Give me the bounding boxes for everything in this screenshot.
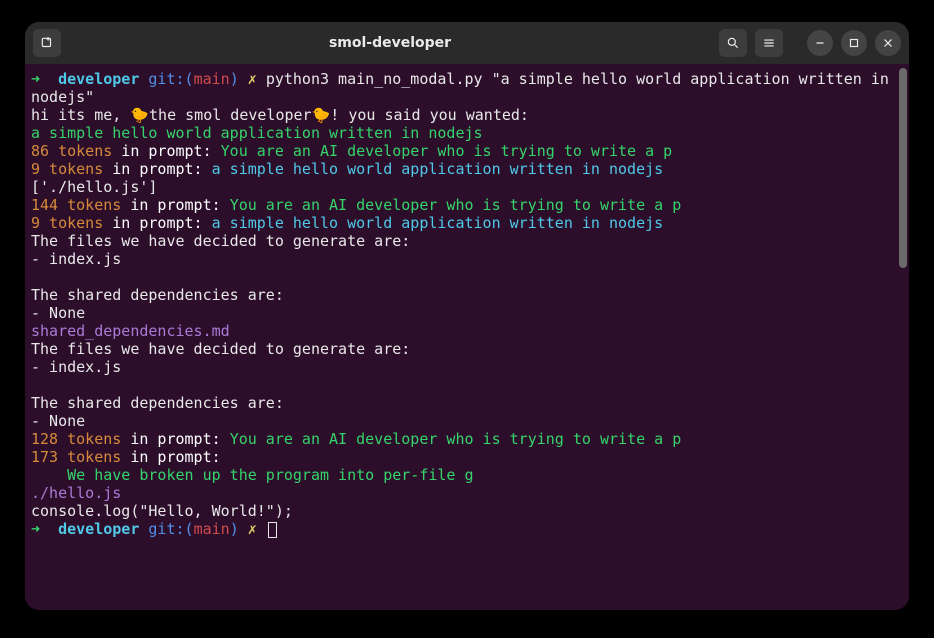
git-branch: main — [194, 70, 230, 88]
output-line: ./hello.js — [31, 484, 121, 502]
minimize-icon — [813, 36, 827, 50]
output-line: - index.js — [31, 358, 121, 376]
output-line: a simple hello world application written… — [31, 124, 483, 142]
token-count: 128 tokens — [31, 430, 121, 448]
output-text: You are an AI developer who is trying to… — [230, 430, 682, 448]
search-icon — [726, 36, 740, 50]
token-count: 173 tokens — [31, 448, 121, 466]
output-line: console.log("Hello, World!"); — [31, 502, 293, 520]
output-text: in prompt: — [121, 448, 229, 466]
git-branch: main — [194, 520, 230, 538]
output-line: shared_dependencies.md — [31, 322, 230, 340]
chick-icon: 🐤 — [130, 106, 149, 124]
output-line: hi its me, 🐤the smol developer🐤! you sai… — [31, 106, 529, 124]
token-count: 9 tokens — [31, 160, 103, 178]
output-text: in prompt: — [103, 214, 211, 232]
output-line: The shared dependencies are: — [31, 286, 284, 304]
output-line: - None — [31, 304, 85, 322]
output-text: a simple hello world application written… — [212, 214, 664, 232]
cursor — [268, 522, 277, 538]
prompt-arrow: ➜ — [31, 520, 40, 538]
output-text: in prompt: — [103, 160, 211, 178]
git-close: ) — [230, 520, 239, 538]
output-text: in prompt: — [112, 142, 220, 160]
output-text: in prompt: — [121, 196, 229, 214]
titlebar: smol-developer — [25, 22, 909, 64]
output-text: in prompt: — [121, 430, 229, 448]
close-icon — [881, 36, 895, 50]
output-line: - index.js — [31, 250, 121, 268]
output-text — [31, 466, 67, 484]
output-line: - None — [31, 412, 85, 430]
output-text: a simple hello world application written… — [212, 160, 664, 178]
output-line: ['./hello.js'] — [31, 178, 157, 196]
menu-button[interactable] — [755, 29, 783, 57]
new-tab-icon — [40, 36, 54, 50]
search-button[interactable] — [719, 29, 747, 57]
git-label: git:( — [148, 70, 193, 88]
token-count: 9 tokens — [31, 214, 103, 232]
hamburger-icon — [762, 36, 776, 50]
close-button[interactable] — [875, 30, 901, 56]
prompt-dir: developer — [58, 70, 139, 88]
window-title: smol-developer — [69, 35, 711, 51]
scrollbar-thumb[interactable] — [899, 68, 907, 268]
output-line: The files we have decided to generate ar… — [31, 232, 410, 250]
output-line: The files we have decided to generate ar… — [31, 340, 410, 358]
git-label: git:( — [148, 520, 193, 538]
new-tab-button[interactable] — [33, 29, 61, 57]
git-close: ) — [230, 70, 239, 88]
dirty-indicator: ✗ — [248, 520, 257, 538]
output-text: We have broken up the program into per-f… — [67, 466, 473, 484]
maximize-icon — [847, 36, 861, 50]
output-line: The shared dependencies are: — [31, 394, 284, 412]
minimize-button[interactable] — [807, 30, 833, 56]
maximize-button[interactable] — [841, 30, 867, 56]
terminal-window: smol-developer ➜ developer git:(main) ✗ … — [25, 22, 909, 610]
output-text: You are an AI developer who is trying to… — [221, 142, 673, 160]
prompt-arrow: ➜ — [31, 70, 40, 88]
token-count: 86 tokens — [31, 142, 112, 160]
dirty-indicator: ✗ — [248, 70, 257, 88]
token-count: 144 tokens — [31, 196, 121, 214]
terminal-output[interactable]: ➜ developer git:(main) ✗ python3 main_no… — [25, 64, 909, 610]
prompt-dir: developer — [58, 520, 139, 538]
output-text: You are an AI developer who is trying to… — [230, 196, 682, 214]
chick-icon: 🐤 — [312, 106, 331, 124]
